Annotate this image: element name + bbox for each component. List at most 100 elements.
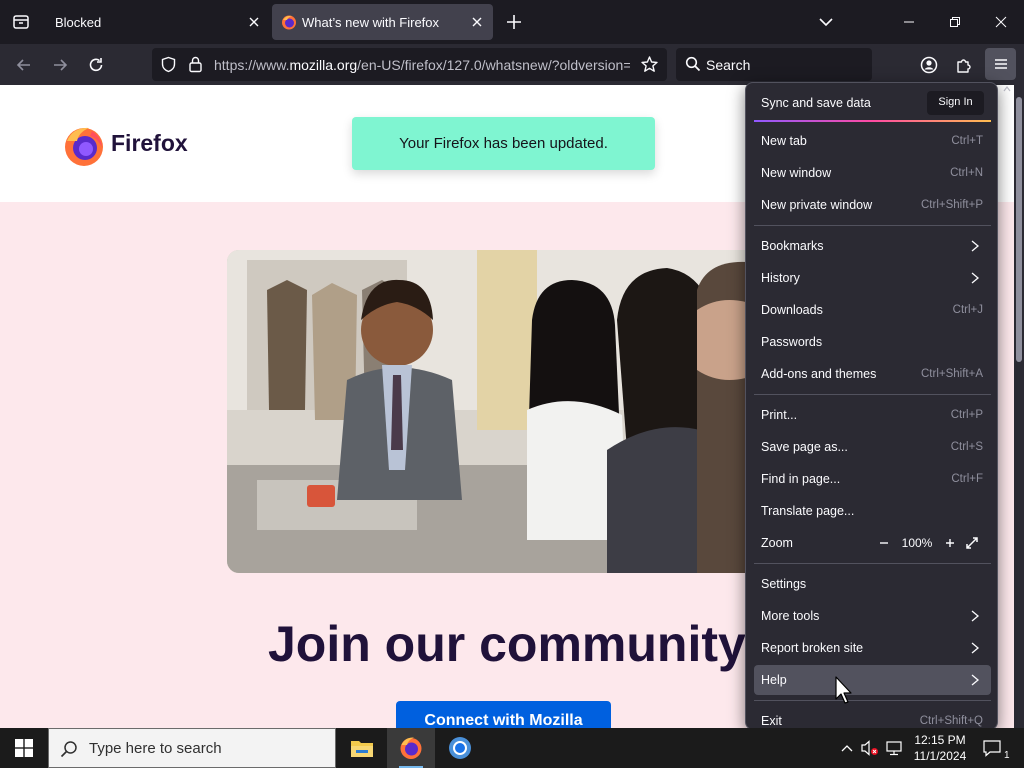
puzzle-piece-icon <box>957 59 971 73</box>
menu-item-downloads[interactable]: Downloads Ctrl+J <box>754 295 991 325</box>
url-domain: mozilla.org <box>289 57 358 73</box>
taskbar-file-explorer[interactable] <box>338 728 386 768</box>
menu-item-exit[interactable]: Exit Ctrl+Shift+Q <box>754 706 991 729</box>
menu-item-label: Help <box>761 673 787 687</box>
menu-item-history[interactable]: History <box>754 263 991 293</box>
fullscreen-icon <box>966 537 978 549</box>
speaker-muted-icon <box>861 740 878 756</box>
chrome-icon <box>449 737 471 759</box>
scroll-up-icon[interactable] <box>1003 85 1011 93</box>
reload-button[interactable] <box>83 52 109 78</box>
network-button[interactable] <box>884 738 904 758</box>
zoom-level[interactable]: 100% <box>895 536 939 550</box>
forward-button[interactable] <box>47 52 73 78</box>
connect-with-mozilla-button[interactable]: Connect with Mozilla <box>396 701 611 728</box>
menu-item-find-in-page[interactable]: Find in page... Ctrl+F <box>754 464 991 494</box>
network-icon <box>886 741 902 756</box>
menu-item-report-broken-site[interactable]: Report broken site <box>754 633 991 663</box>
menu-separator <box>754 225 991 226</box>
menu-item-label: Passwords <box>761 335 823 349</box>
taskbar-firefox[interactable] <box>387 728 435 768</box>
chevron-right-icon <box>971 272 980 284</box>
menu-item-label: Add-ons and themes <box>761 367 877 381</box>
menu-item-print[interactable]: Print... Ctrl+P <box>754 400 991 430</box>
list-all-tabs-icon[interactable] <box>814 10 838 34</box>
menu-item-label: Settings <box>761 577 807 591</box>
menu-item-help[interactable]: Help <box>754 665 991 695</box>
forward-arrow-icon <box>54 59 68 71</box>
menu-item-translate-page[interactable]: Translate page... <box>754 496 991 526</box>
chevron-right-icon <box>971 674 980 686</box>
scrollbar-thumb[interactable] <box>1016 97 1022 362</box>
menu-item-shortcut: Ctrl+P <box>950 409 983 421</box>
menu-item-label: Translate page... <box>761 504 855 518</box>
menu-item-shortcut: Ctrl+Shift+A <box>921 368 983 380</box>
minus-icon <box>880 542 888 544</box>
close-icon <box>995 16 1007 28</box>
taskbar-chrome[interactable] <box>436 728 484 768</box>
menu-item-label: Report broken site <box>761 641 864 655</box>
firefox-logo[interactable] <box>63 125 105 167</box>
firefox-view-icon <box>13 15 29 29</box>
zoom-in-button[interactable] <box>939 532 961 554</box>
menu-item-label: Exit <box>761 714 782 728</box>
firefox-view-button[interactable] <box>0 0 42 44</box>
sign-in-button[interactable]: Sign In <box>927 91 984 115</box>
firefox-wordmark[interactable]: Firefox <box>111 130 188 157</box>
close-tab-icon[interactable] <box>246 14 262 30</box>
show-hidden-icons-button[interactable] <box>837 738 857 758</box>
volume-button[interactable] <box>860 738 880 758</box>
tab-title: Blocked <box>55 15 102 30</box>
search-bar[interactable]: Search <box>676 48 872 81</box>
open-application-menu-button[interactable] <box>985 48 1016 80</box>
menu-item-addons-and-themes[interactable]: Add-ons and themes Ctrl+Shift+A <box>754 359 991 389</box>
new-tab-icon[interactable] <box>502 10 526 34</box>
menu-item-save-page-as[interactable]: Save page as... Ctrl+S <box>754 432 991 462</box>
address-bar[interactable]: https://www.mozilla.org/en-US/firefox/12… <box>152 48 667 81</box>
menu-item-shortcut: Ctrl+F <box>951 473 983 485</box>
taskbar-clock[interactable]: 12:15 PM 11/1/2024 <box>908 732 972 764</box>
restore-button[interactable] <box>932 0 978 44</box>
lock-icon[interactable] <box>188 56 203 73</box>
windows-taskbar: Type here to search 12:15 PM 11/1/2024 1 <box>0 728 1024 768</box>
tab-blocked[interactable]: Blocked <box>44 4 270 40</box>
menu-item-shortcut: Ctrl+T <box>951 135 983 147</box>
fullscreen-button[interactable] <box>961 532 983 554</box>
menu-item-new-window[interactable]: New window Ctrl+N <box>754 158 991 188</box>
zoom-controls: 100% <box>873 532 983 554</box>
bookmark-star-icon[interactable] <box>640 55 659 74</box>
page-headline: Join our community <box>268 616 746 672</box>
shield-icon[interactable] <box>160 56 177 73</box>
menu-item-label: Zoom <box>761 536 793 550</box>
menu-item-bookmarks[interactable]: Bookmarks <box>754 231 991 261</box>
tab-whats-new[interactable]: What’s new with Firefox <box>272 4 493 40</box>
menu-item-new-tab[interactable]: New tab Ctrl+T <box>754 126 991 156</box>
notification-center-button[interactable] <box>982 738 1002 758</box>
menu-item-passwords[interactable]: Passwords <box>754 327 991 357</box>
minimize-icon <box>904 21 914 23</box>
restore-icon <box>950 17 960 27</box>
file-explorer-icon <box>351 741 373 757</box>
url-path: /en-US/firefox/127.0/whatsnew/?oldversio… <box>357 57 630 73</box>
account-button[interactable] <box>916 52 942 78</box>
close-tab-icon[interactable] <box>469 14 485 30</box>
page-scrollbar[interactable] <box>1014 85 1024 728</box>
back-button[interactable] <box>11 52 37 78</box>
search-icon <box>685 56 701 72</box>
navigation-toolbar: https://www.mozilla.org/en-US/firefox/12… <box>0 44 1024 85</box>
menu-item-shortcut: Ctrl+N <box>950 167 983 179</box>
minimize-button[interactable] <box>886 0 932 44</box>
menu-item-more-tools[interactable]: More tools <box>754 601 991 631</box>
url-text[interactable]: https://www.mozilla.org/en-US/firefox/12… <box>214 57 630 73</box>
menu-item-label: New window <box>761 166 832 180</box>
chevron-right-icon <box>971 642 980 654</box>
taskbar-search-box[interactable]: Type here to search <box>48 728 336 768</box>
menu-item-settings[interactable]: Settings <box>754 569 991 599</box>
menu-item-new-private-window[interactable]: New private window Ctrl+Shift+P <box>754 190 991 220</box>
extensions-button[interactable] <box>951 52 977 78</box>
menu-item-label: Find in page... <box>761 472 841 486</box>
application-menu: Sync and save data Sign In New tab Ctrl+… <box>745 82 998 730</box>
close-window-button[interactable] <box>978 0 1024 44</box>
start-button[interactable] <box>0 728 48 768</box>
zoom-out-button[interactable] <box>873 532 895 554</box>
